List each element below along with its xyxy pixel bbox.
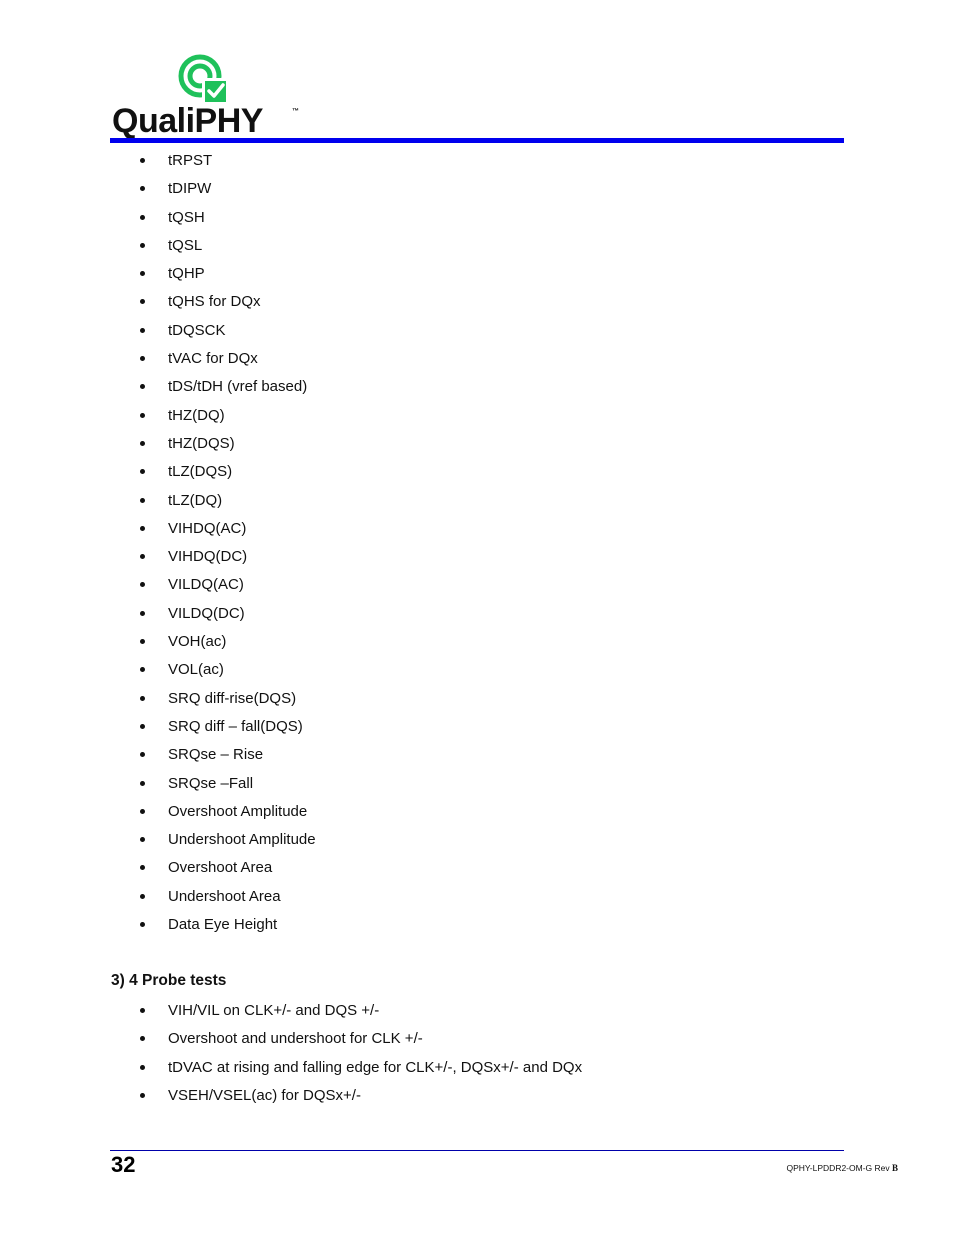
- bullet-icon: [140, 554, 145, 560]
- list-item-text: Data Eye Height: [168, 916, 278, 934]
- bullet-icon: [140, 214, 145, 220]
- list-item-text: tLZ(DQS): [168, 463, 233, 481]
- bullet-icon: [140, 865, 145, 871]
- target-check-icon: [178, 54, 226, 102]
- list-item-text: SRQse –Fall: [168, 774, 254, 792]
- bullet-icon: [140, 158, 145, 163]
- bullet-icon: [140, 639, 145, 645]
- bullet-icon: [140, 922, 145, 928]
- list-item-text: VSEH/VSEL(ac) for DQSx+/-: [168, 1086, 361, 1104]
- trademark-symbol: ™: [292, 108, 299, 115]
- list-item-text: tQSL: [168, 236, 203, 254]
- list-item-text: SRQ diff-rise(DQS): [168, 689, 297, 707]
- list-item-text: tRPST: [168, 152, 213, 169]
- list-item-text: VOL(ac): [168, 661, 224, 679]
- list-item-text: Overshoot Area: [168, 859, 273, 877]
- header-divider: [110, 138, 844, 143]
- list-item-text: SRQ diff – fall(DQS): [168, 717, 303, 735]
- bullet-icon: [140, 299, 145, 305]
- list-item-text: Overshoot Amplitude: [168, 802, 308, 820]
- list-item-text: tHZ(DQ): [168, 406, 225, 424]
- list-item-text: tHZ(DQS): [168, 434, 235, 452]
- list-item-text: VIH/VIL on CLK+/- and DQS +/-: [168, 1002, 380, 1019]
- bullet-icon: [140, 497, 145, 503]
- qualiphy-logo: QualiPHY ™: [110, 52, 310, 138]
- list-item-text: VIHDQ(DC): [168, 548, 248, 566]
- document-id: QPHY-LPDDR2-OM-G Rev B: [787, 1163, 899, 1173]
- bullet-icon: [140, 384, 145, 390]
- bullet-icon: [140, 469, 145, 475]
- bullet-icon: [140, 723, 145, 729]
- bullet-icon: [140, 525, 145, 531]
- list-item-text: tVAC for DQx: [168, 350, 258, 368]
- bullet-icon: [140, 808, 145, 814]
- bullet-icon: [140, 893, 145, 899]
- bullet-icon: [140, 440, 145, 446]
- footer-divider: [110, 1150, 844, 1151]
- bullet-icon: [140, 1008, 145, 1013]
- list-item-text: VIHDQ(AC): [168, 519, 247, 537]
- list-item-text: tQSH: [168, 208, 205, 226]
- bullet-icon: [140, 1092, 145, 1098]
- list-item-text: SRQse – Rise: [168, 746, 264, 764]
- bullet-icon: [140, 837, 145, 843]
- bullet-icon: [140, 356, 145, 362]
- list-item-text: Overshoot and undershoot for CLK +/-: [168, 1030, 423, 1048]
- list-item-text: tLZ(DQ): [168, 491, 223, 509]
- list-item-text: tDS/tDH (vref based): [168, 378, 308, 396]
- bullet-icon: [140, 327, 145, 333]
- bullet-icon: [140, 582, 145, 588]
- section-heading-probe-tests: 3) 4 Probe tests: [111, 972, 227, 989]
- bullet-icon: [140, 752, 145, 758]
- list-item-text: VOH(ac): [168, 633, 227, 651]
- document-revision: B: [891, 1163, 898, 1173]
- document-id-text: QPHY-LPDDR2-OM-G Rev: [786, 1163, 892, 1173]
- bullet-icon: [140, 780, 145, 786]
- bullet-icon: [140, 667, 145, 673]
- list-item-text: tDVAC at rising and falling edge for CLK…: [168, 1058, 583, 1076]
- bullet-icon: [140, 1064, 145, 1070]
- list-item-text: tDQSCK: [168, 321, 226, 339]
- list-item-text: VILDQ(DC): [168, 604, 245, 622]
- list-item-text: tDIPW: [168, 180, 212, 198]
- list-item-text: VILDQ(AC): [168, 576, 244, 594]
- list-item-text: tQHP: [168, 265, 205, 283]
- list-item-text: Undershoot Area: [168, 887, 281, 905]
- bullet-icon: [140, 1036, 145, 1042]
- bullet-icon: [140, 412, 145, 418]
- bullet-icon: [140, 271, 145, 277]
- bullet-icon: [140, 242, 145, 248]
- logo-wordmark: QualiPHY: [112, 102, 263, 140]
- page-number: 32: [111, 1152, 136, 1177]
- bullet-icon: [140, 186, 145, 192]
- list-item-text: Undershoot Amplitude: [168, 831, 316, 849]
- list-item-text: tQHS for DQx: [168, 293, 261, 311]
- bullet-icon: [140, 610, 145, 616]
- bullet-icon: [140, 695, 145, 701]
